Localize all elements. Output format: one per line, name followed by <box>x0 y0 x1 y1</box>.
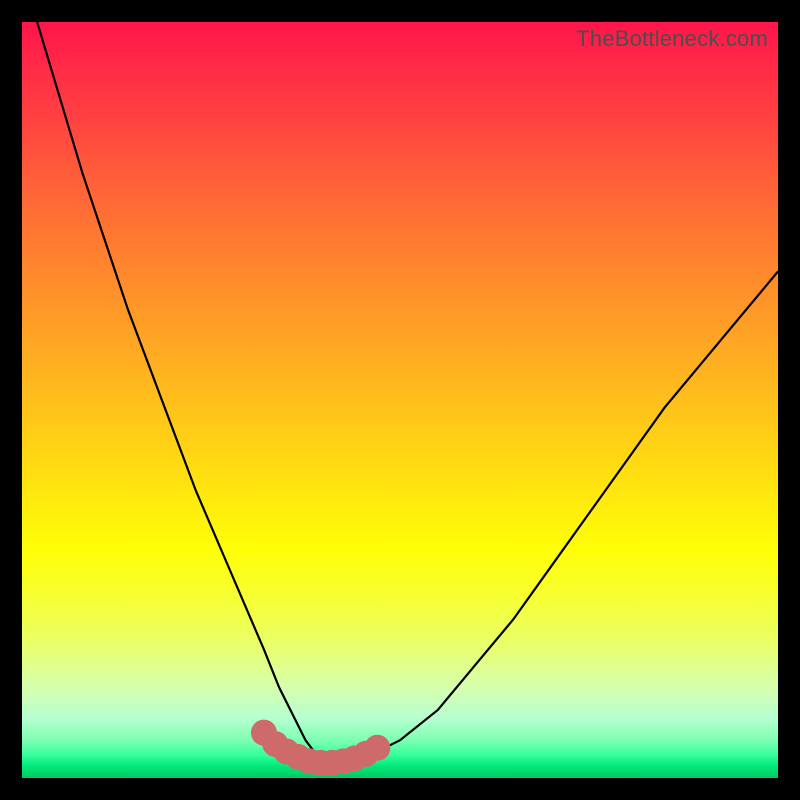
bottleneck-curve-path <box>37 22 778 763</box>
chart-plot-area: TheBottleneck.com <box>22 22 778 778</box>
highlight-dot <box>370 741 384 755</box>
chart-svg <box>22 22 778 778</box>
chart-frame: TheBottleneck.com <box>0 0 800 800</box>
highlight-segment-group <box>257 726 384 770</box>
